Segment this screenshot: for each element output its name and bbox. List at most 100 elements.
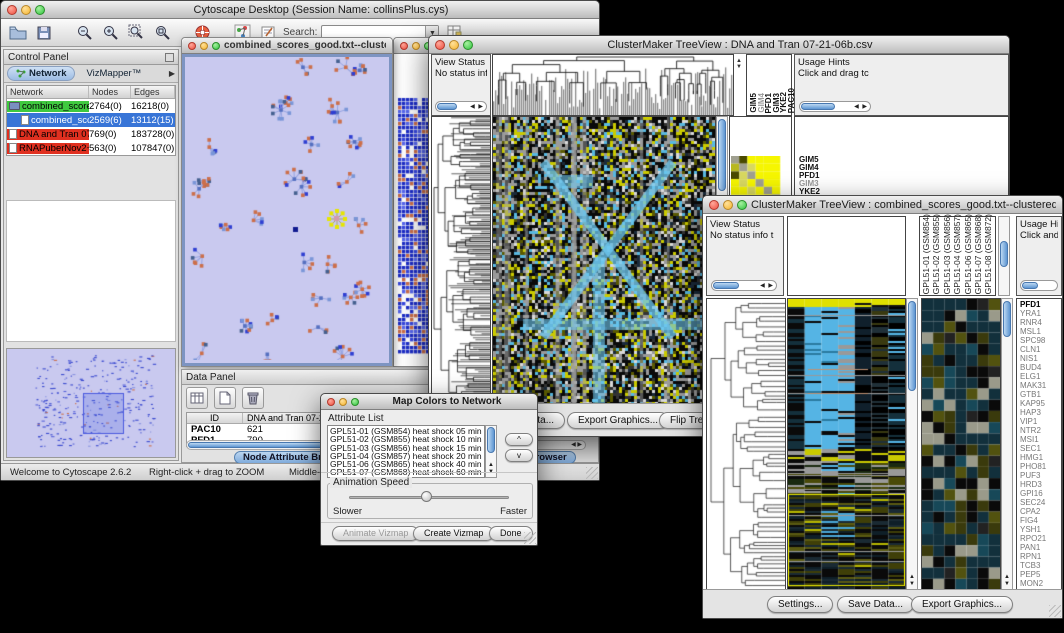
tab-vizmapper[interactable]: VizMapper™ bbox=[77, 66, 150, 81]
minimize-icon[interactable] bbox=[200, 42, 208, 50]
scroll-arrows-icon[interactable]: ▲▼ bbox=[488, 462, 494, 476]
close-icon[interactable] bbox=[400, 42, 408, 50]
open-folder-icon[interactable] bbox=[7, 22, 29, 44]
minimize-icon[interactable] bbox=[412, 42, 420, 50]
zoom-selected-icon[interactable] bbox=[151, 22, 173, 44]
row-dendrogram-canvas[interactable] bbox=[432, 117, 490, 404]
column-label: PFD1 bbox=[764, 93, 772, 113]
global-heatmap-canvas[interactable] bbox=[788, 299, 905, 590]
heatmap-canvas[interactable] bbox=[493, 117, 715, 404]
column-tree-area bbox=[787, 216, 906, 296]
tab-network[interactable]: Network bbox=[7, 66, 75, 81]
window-title: ClusterMaker TreeView : DNA and Tran 07-… bbox=[477, 39, 1003, 51]
zoom-window-icon[interactable] bbox=[463, 40, 473, 50]
vscrollbar[interactable]: ▲▼ bbox=[906, 298, 918, 591]
row-dendrogram[interactable] bbox=[431, 116, 491, 405]
network-table: Network Nodes Edges combined_scores 2764… bbox=[6, 85, 176, 156]
minimize-icon[interactable] bbox=[449, 40, 459, 50]
export-graphics-button[interactable]: Export Graphics... bbox=[911, 596, 1013, 613]
delete-attribute-icon[interactable] bbox=[242, 387, 264, 409]
zoom-window-icon[interactable] bbox=[737, 200, 747, 210]
gene-label: GPI16 bbox=[1020, 489, 1046, 498]
close-icon[interactable] bbox=[188, 42, 196, 50]
column-dendrogram[interactable] bbox=[492, 54, 734, 116]
tab-overflow-icon[interactable]: ▶ bbox=[169, 69, 175, 78]
resize-grip[interactable] bbox=[1049, 605, 1061, 617]
table-row[interactable]: DNA and Tran 07 769(0) 183728(0) bbox=[7, 127, 175, 141]
attribute-table-icon[interactable] bbox=[186, 387, 208, 409]
close-icon[interactable] bbox=[435, 40, 445, 50]
folder-icon bbox=[9, 102, 20, 110]
view-status-title: View Status bbox=[710, 219, 780, 230]
gene-label: YSH1 bbox=[1020, 525, 1046, 534]
slider-thumb[interactable] bbox=[421, 491, 432, 502]
network-window-titlebar[interactable]: combined_scores_good.txt--cluste... bbox=[182, 38, 392, 54]
close-icon[interactable] bbox=[709, 200, 719, 210]
view-status-text: No status info t bbox=[710, 230, 780, 241]
resize-grip[interactable] bbox=[586, 467, 598, 479]
network-canvas[interactable] bbox=[185, 57, 389, 360]
gene-label: CLN1 bbox=[1020, 345, 1046, 354]
table-row-selected[interactable]: combined_sco 2569(6) 13112(15) bbox=[7, 113, 175, 127]
scroll-arrows-icon[interactable]: ▲▼ bbox=[1004, 574, 1010, 588]
minimize-icon[interactable] bbox=[339, 398, 347, 406]
minimize-icon[interactable] bbox=[723, 200, 733, 210]
zoom-window-icon[interactable] bbox=[351, 398, 359, 406]
birdseye-canvas[interactable] bbox=[7, 349, 175, 457]
table-row[interactable]: RNAPuberNov2+I 563(0) 107847(0) bbox=[7, 141, 175, 155]
labels-vscrollbar[interactable] bbox=[998, 216, 1010, 296]
zoom-heatmap-canvas[interactable] bbox=[922, 299, 1000, 590]
scroll-arrows-icon[interactable]: ◀ ▶ bbox=[854, 103, 868, 110]
minimize-icon[interactable] bbox=[21, 5, 31, 15]
float-panel-icon[interactable] bbox=[165, 53, 174, 62]
hscrollbar[interactable]: ◀ ▶ bbox=[799, 101, 871, 112]
scroll-arrows-icon[interactable]: ◀ ▶ bbox=[571, 441, 582, 448]
zoom-window-icon[interactable] bbox=[35, 5, 45, 15]
hscrollbar[interactable]: ◀ ▶ bbox=[711, 280, 777, 291]
list-vscrollbar[interactable]: ▲▼ bbox=[485, 425, 497, 478]
column-label: GPL51-02 (GSM855) bbox=[931, 214, 941, 294]
heatmap-view[interactable] bbox=[492, 116, 716, 405]
animate-vizmap-button[interactable]: Animate Vizmap bbox=[332, 526, 419, 541]
gene-label: BUD4 bbox=[1020, 363, 1046, 372]
main-titlebar[interactable]: Cytoscape Desktop (Session Name: collins… bbox=[1, 1, 599, 19]
desktop-background: Cytoscape Desktop (Session Name: collins… bbox=[0, 0, 1064, 633]
new-attribute-icon[interactable] bbox=[214, 387, 236, 409]
zoom-window-icon[interactable] bbox=[212, 42, 220, 50]
column-label: GIM5 bbox=[749, 93, 757, 113]
zoom-heatmap-view[interactable] bbox=[921, 298, 1001, 591]
save-icon[interactable] bbox=[33, 22, 55, 44]
vscrollbar[interactable]: ▲▼ bbox=[1001, 298, 1013, 591]
zoom-in-icon[interactable] bbox=[99, 22, 121, 44]
global-heatmap-view[interactable] bbox=[787, 298, 906, 591]
move-up-button[interactable]: ^ bbox=[505, 433, 533, 446]
export-graphics-button[interactable]: Export Graphics... bbox=[567, 412, 669, 429]
window-title: ClusterMaker TreeView : combined_scores_… bbox=[751, 199, 1056, 211]
table-row[interactable]: combined_scores 2764(0) 16218(0) bbox=[7, 99, 175, 113]
zoom-out-icon[interactable] bbox=[73, 22, 95, 44]
usage-hints-text: Click and bbox=[1020, 230, 1058, 241]
close-icon[interactable] bbox=[327, 398, 335, 406]
gene-label: NIS1 bbox=[1020, 354, 1046, 363]
treeview2-titlebar[interactable]: ClusterMaker TreeView : combined_scores_… bbox=[703, 196, 1062, 214]
column-dendrogram-canvas[interactable] bbox=[493, 55, 733, 115]
row-dendrogram-canvas[interactable] bbox=[707, 299, 785, 590]
save-data-button[interactable]: Save Data... bbox=[837, 596, 914, 613]
treeview1-titlebar[interactable]: ClusterMaker TreeView : DNA and Tran 07-… bbox=[429, 36, 1009, 54]
create-vizmap-button[interactable]: Create Vizmap bbox=[413, 526, 494, 541]
resize-grip[interactable] bbox=[524, 532, 536, 544]
row-dendrogram[interactable] bbox=[706, 298, 786, 591]
scroll-arrows-icon[interactable]: ◀ ▶ bbox=[760, 282, 774, 289]
scroll-arrows-icon[interactable]: ▲▼ bbox=[736, 58, 742, 70]
attribute-list[interactable]: GPL51-01 (GSM854) heat shock 05 minGPL51… bbox=[327, 425, 485, 478]
hscrollbar[interactable] bbox=[1020, 280, 1058, 291]
hscrollbar[interactable]: ◀ ▶ bbox=[435, 101, 487, 112]
scroll-arrows-icon[interactable]: ◀ ▶ bbox=[470, 103, 484, 110]
scroll-arrows-icon[interactable]: ▲▼ bbox=[909, 574, 915, 588]
move-down-button[interactable]: v bbox=[505, 449, 533, 462]
settings-button[interactable]: Settings... bbox=[767, 596, 833, 613]
zoom-fit-icon[interactable] bbox=[125, 22, 147, 44]
dialog-titlebar[interactable]: Map Colors to Network bbox=[321, 394, 537, 410]
close-icon[interactable] bbox=[7, 5, 17, 15]
birdseye-view[interactable] bbox=[6, 348, 176, 458]
